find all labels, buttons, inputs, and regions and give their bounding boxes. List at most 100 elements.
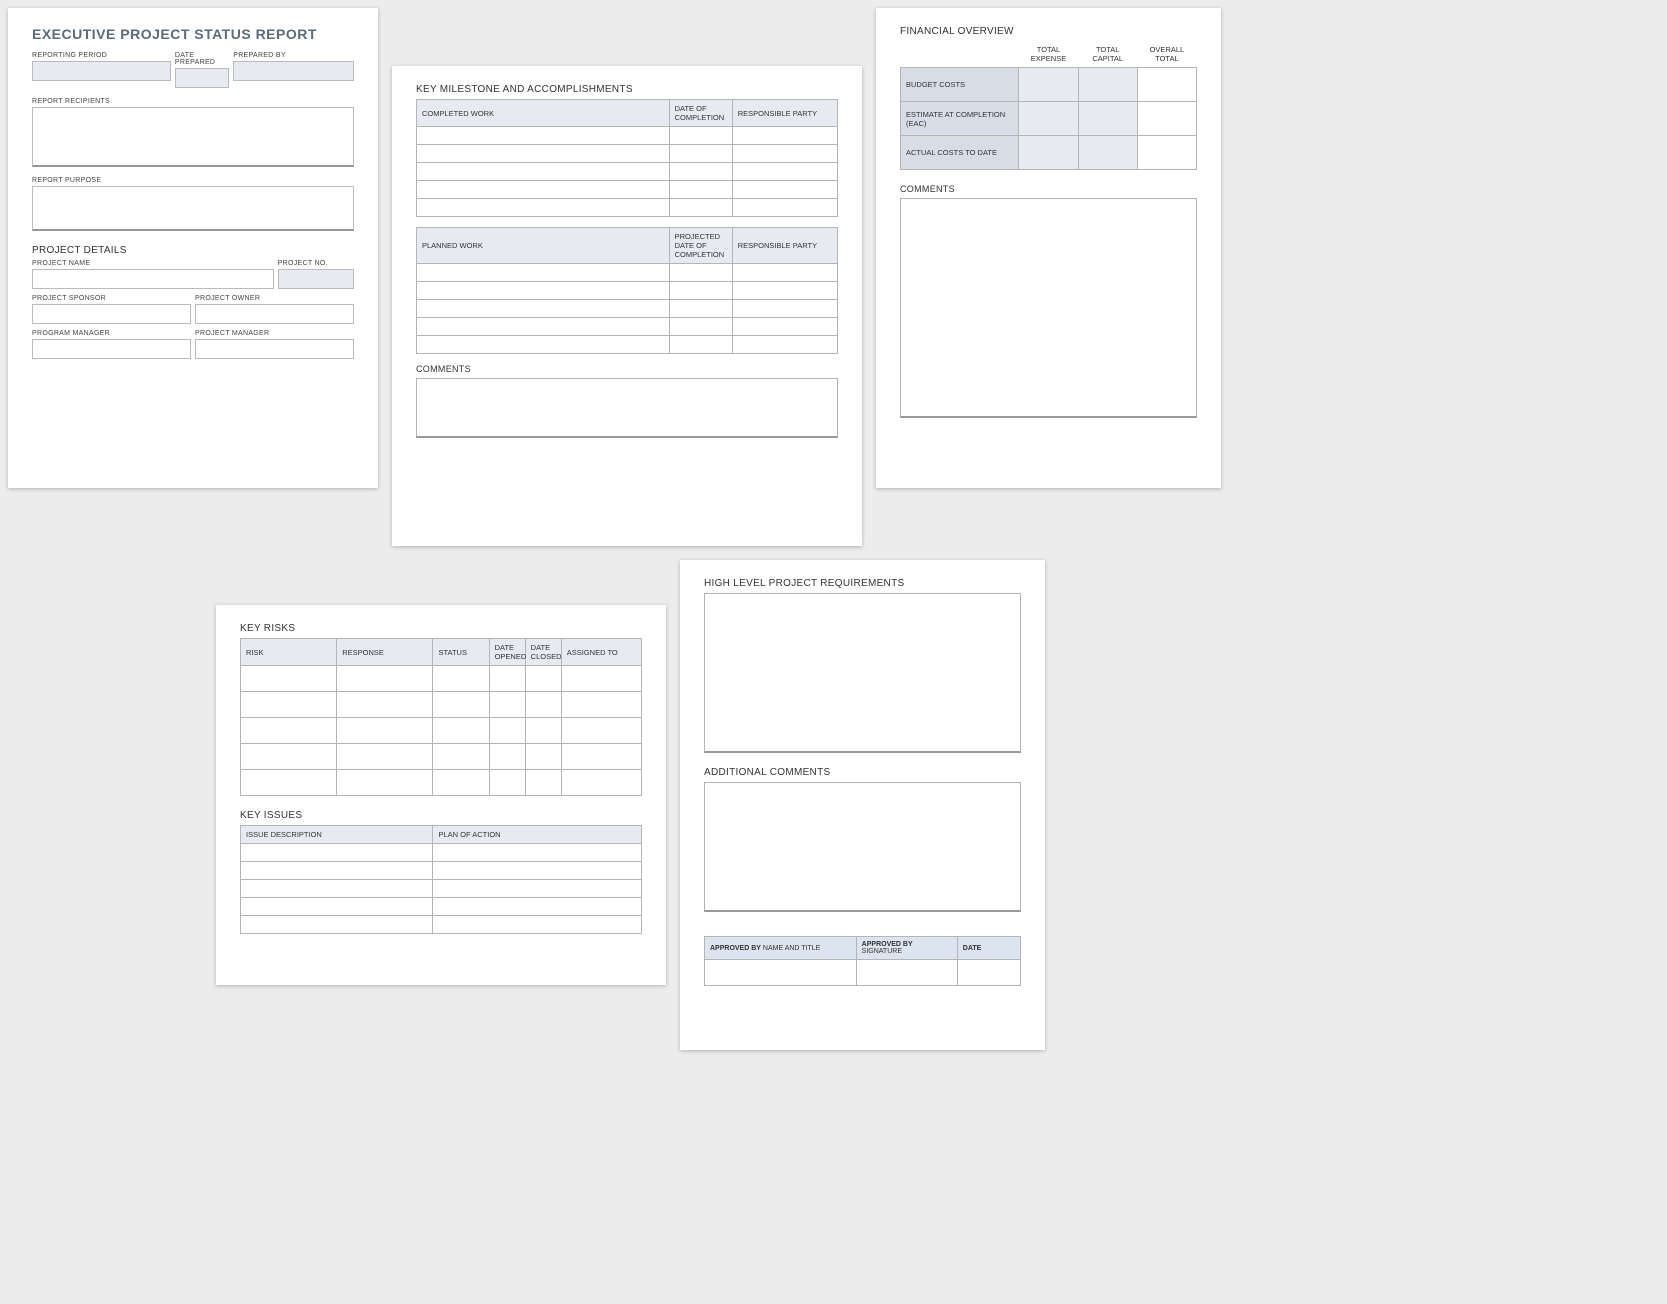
input-project-name[interactable] bbox=[32, 269, 274, 289]
table-cell[interactable] bbox=[732, 282, 837, 300]
table-cell[interactable] bbox=[241, 770, 337, 796]
table-cell[interactable] bbox=[561, 770, 641, 796]
table-cell[interactable] bbox=[561, 666, 641, 692]
table-cell[interactable] bbox=[417, 318, 670, 336]
table-cell[interactable] bbox=[241, 744, 337, 770]
table-cell[interactable] bbox=[433, 692, 489, 718]
input-additional-comments[interactable] bbox=[704, 782, 1021, 912]
table-cell[interactable] bbox=[669, 282, 732, 300]
table-cell[interactable] bbox=[561, 692, 641, 718]
input-project-manager[interactable] bbox=[195, 339, 354, 359]
table-cell[interactable] bbox=[337, 666, 433, 692]
input-report-purpose[interactable] bbox=[32, 186, 354, 231]
input-report-recipients[interactable] bbox=[32, 107, 354, 167]
input-requirements[interactable] bbox=[704, 593, 1021, 753]
table-cell[interactable] bbox=[732, 127, 837, 145]
table-cell[interactable] bbox=[337, 770, 433, 796]
table-cell[interactable] bbox=[417, 181, 670, 199]
table-cell[interactable] bbox=[241, 666, 337, 692]
table-cell[interactable] bbox=[732, 163, 837, 181]
table-cell[interactable] bbox=[337, 692, 433, 718]
table-cell[interactable] bbox=[433, 916, 642, 934]
table-cell[interactable] bbox=[241, 718, 337, 744]
table-cell[interactable] bbox=[1137, 136, 1196, 170]
table-cell[interactable] bbox=[417, 199, 670, 217]
table-cell[interactable] bbox=[1137, 102, 1196, 136]
table-cell[interactable] bbox=[705, 960, 857, 986]
table-cell[interactable] bbox=[669, 336, 732, 354]
table-cell[interactable] bbox=[241, 880, 433, 898]
table-cell[interactable] bbox=[417, 336, 670, 354]
input-project-owner[interactable] bbox=[195, 304, 354, 324]
table-cell[interactable] bbox=[417, 264, 670, 282]
section-key-issues: KEY ISSUES bbox=[240, 810, 642, 821]
table-cell[interactable] bbox=[489, 770, 525, 796]
table-cell[interactable] bbox=[433, 770, 489, 796]
table-cell[interactable] bbox=[732, 336, 837, 354]
table-cell[interactable] bbox=[433, 744, 489, 770]
table-cell[interactable] bbox=[1078, 136, 1137, 170]
table-cell[interactable] bbox=[489, 718, 525, 744]
table-cell[interactable] bbox=[669, 163, 732, 181]
table-cell[interactable] bbox=[732, 145, 837, 163]
table-cell[interactable] bbox=[856, 960, 957, 986]
table-cell[interactable] bbox=[433, 880, 642, 898]
table-cell[interactable] bbox=[417, 127, 670, 145]
table-cell[interactable] bbox=[732, 318, 837, 336]
input-prepared-by[interactable] bbox=[233, 61, 354, 81]
table-cell[interactable] bbox=[417, 282, 670, 300]
table-cell[interactable] bbox=[241, 916, 433, 934]
table-cell[interactable] bbox=[433, 718, 489, 744]
table-cell[interactable] bbox=[561, 718, 641, 744]
table-cell[interactable] bbox=[1078, 68, 1137, 102]
table-cell[interactable] bbox=[241, 862, 433, 880]
table-cell[interactable] bbox=[525, 692, 561, 718]
table-cell[interactable] bbox=[669, 199, 732, 217]
table-cell[interactable] bbox=[241, 692, 337, 718]
table-cell[interactable] bbox=[417, 145, 670, 163]
table-cell[interactable] bbox=[669, 181, 732, 199]
input-comments-milestones[interactable] bbox=[416, 378, 838, 438]
input-reporting-period[interactable] bbox=[32, 61, 171, 81]
table-cell[interactable] bbox=[1019, 102, 1078, 136]
table-cell[interactable] bbox=[525, 718, 561, 744]
table-cell[interactable] bbox=[669, 145, 732, 163]
table-cell[interactable] bbox=[1078, 102, 1137, 136]
table-cell[interactable] bbox=[489, 692, 525, 718]
table-cell[interactable] bbox=[525, 744, 561, 770]
table-cell[interactable] bbox=[1019, 136, 1078, 170]
input-project-sponsor[interactable] bbox=[32, 304, 191, 324]
table-cell[interactable] bbox=[669, 264, 732, 282]
table-cell[interactable] bbox=[241, 898, 433, 916]
table-cell[interactable] bbox=[337, 718, 433, 744]
input-program-manager[interactable] bbox=[32, 339, 191, 359]
table-cell[interactable] bbox=[732, 181, 837, 199]
table-cell[interactable] bbox=[669, 127, 732, 145]
table-cell[interactable] bbox=[732, 199, 837, 217]
table-cell[interactable] bbox=[669, 318, 732, 336]
table-cell[interactable] bbox=[957, 960, 1020, 986]
table-cell[interactable] bbox=[1137, 68, 1196, 102]
label-prepared-by: PREPARED BY bbox=[233, 52, 354, 59]
table-cell[interactable] bbox=[525, 666, 561, 692]
input-date-prepared[interactable] bbox=[175, 68, 229, 88]
table-cell[interactable] bbox=[489, 744, 525, 770]
input-comments-financial[interactable] bbox=[900, 198, 1197, 418]
table-cell[interactable] bbox=[732, 264, 837, 282]
table-cell[interactable] bbox=[417, 163, 670, 181]
label-project-no: PROJECT NO. bbox=[278, 260, 354, 267]
table-cell[interactable] bbox=[1019, 68, 1078, 102]
table-cell[interactable] bbox=[417, 300, 670, 318]
table-cell[interactable] bbox=[525, 770, 561, 796]
table-cell[interactable] bbox=[669, 300, 732, 318]
table-cell[interactable] bbox=[433, 844, 642, 862]
table-cell[interactable] bbox=[561, 744, 641, 770]
table-cell[interactable] bbox=[433, 862, 642, 880]
table-cell[interactable] bbox=[241, 844, 433, 862]
table-cell[interactable] bbox=[433, 898, 642, 916]
table-cell[interactable] bbox=[337, 744, 433, 770]
table-cell[interactable] bbox=[732, 300, 837, 318]
input-project-no[interactable] bbox=[278, 269, 354, 289]
table-cell[interactable] bbox=[433, 666, 489, 692]
table-cell[interactable] bbox=[489, 666, 525, 692]
